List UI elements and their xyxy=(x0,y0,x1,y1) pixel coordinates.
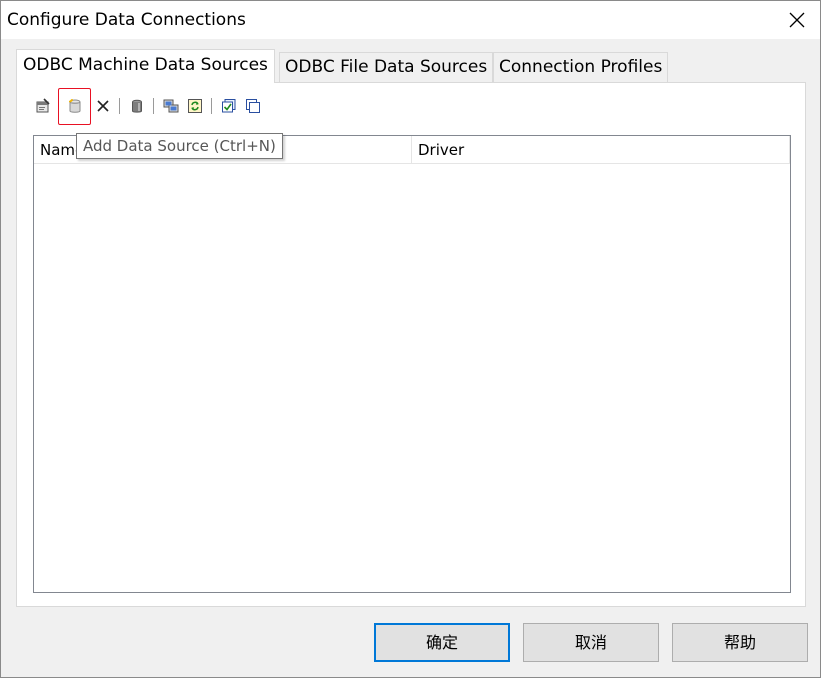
select-all-icon xyxy=(222,99,236,113)
copy-button[interactable] xyxy=(242,95,264,117)
close-icon xyxy=(789,12,805,28)
copy-icon xyxy=(246,99,260,113)
toolbar xyxy=(32,87,266,125)
database-button[interactable] xyxy=(126,95,148,117)
add-data-source-button[interactable] xyxy=(58,87,91,125)
properties-icon xyxy=(36,98,50,113)
refresh-button[interactable] xyxy=(184,95,206,117)
test-connection-icon xyxy=(163,99,179,113)
refresh-icon xyxy=(188,99,202,113)
database-icon xyxy=(132,99,142,113)
title-bar: Configure Data Connections xyxy=(1,1,820,39)
test-connection-button[interactable] xyxy=(160,95,182,117)
toolbar-separator xyxy=(211,98,212,114)
delete-icon xyxy=(97,100,109,112)
toolbar-separator xyxy=(153,98,154,114)
configure-data-connections-dialog: Configure Data Connections ODBC Machine … xyxy=(0,0,821,678)
delete-button[interactable] xyxy=(92,95,114,117)
tab-panel: Name Driver xyxy=(16,82,806,607)
ok-button[interactable]: 确定 xyxy=(374,623,510,662)
add-data-source-icon xyxy=(68,99,80,113)
data-sources-list[interactable]: Name Driver xyxy=(33,135,791,593)
tab-odbc-file-data-sources[interactable]: ODBC File Data Sources xyxy=(279,52,494,82)
tab-odbc-machine-data-sources[interactable]: ODBC Machine Data Sources xyxy=(16,49,275,83)
column-header-driver[interactable]: Driver xyxy=(412,136,790,164)
toolbar-separator xyxy=(119,98,120,114)
cancel-button[interactable]: 取消 xyxy=(523,623,659,662)
tab-connection-profiles[interactable]: Connection Profiles xyxy=(493,52,669,82)
close-button[interactable] xyxy=(774,1,820,39)
add-data-source-tooltip: Add Data Source (Ctrl+N) xyxy=(76,133,283,159)
properties-button[interactable] xyxy=(32,95,54,117)
select-all-button[interactable] xyxy=(218,95,240,117)
window-title: Configure Data Connections xyxy=(7,10,246,30)
help-button[interactable]: 帮助 xyxy=(672,623,808,662)
